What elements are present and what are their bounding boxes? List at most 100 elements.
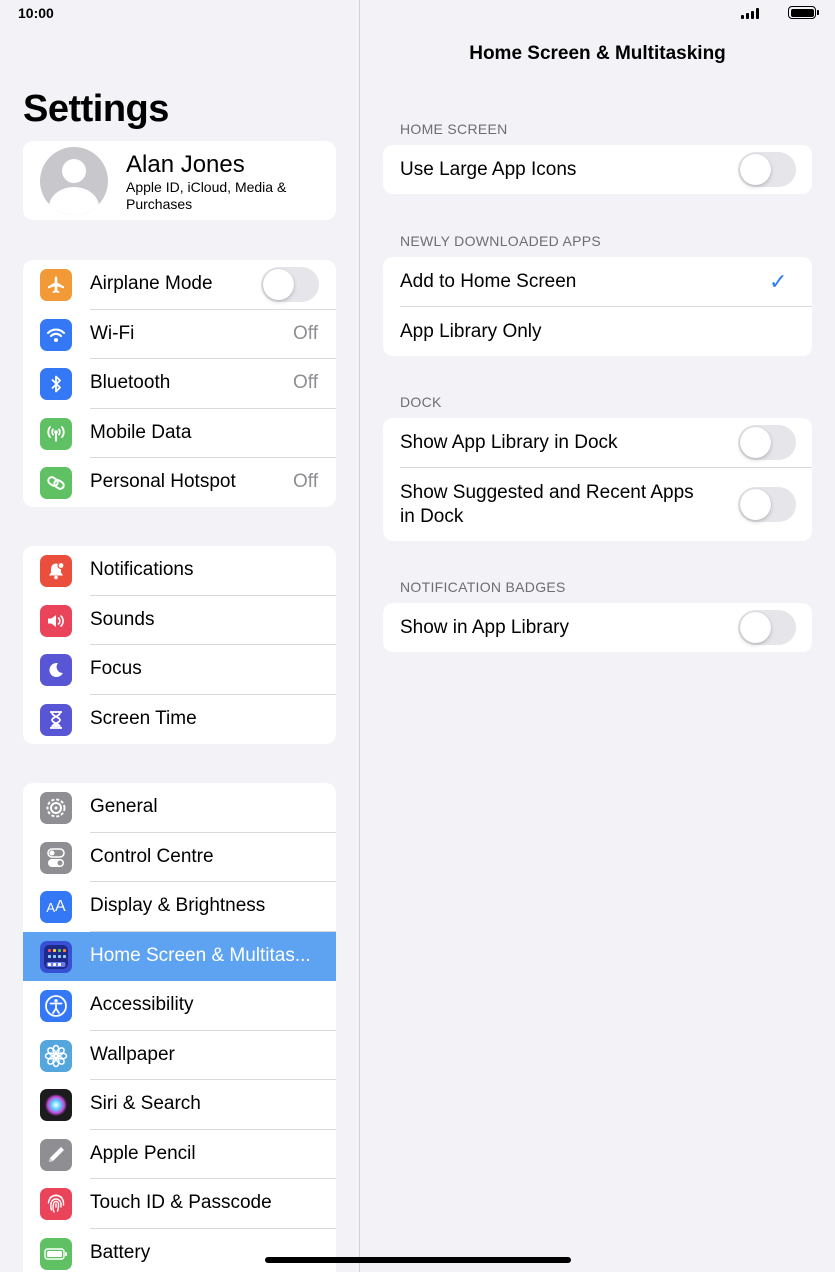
section-header-home-screen: HOME SCREEN <box>400 121 508 137</box>
text-size-icon: AA <box>40 891 72 923</box>
split-view-divider[interactable] <box>359 0 360 1272</box>
settings-sidebar: Settings Alan Jones Apple ID, iCloud, Me… <box>0 0 359 1272</box>
sidebar-item-label: General <box>90 796 158 817</box>
sidebar-item-home-screen-multitasking[interactable]: Home Screen & Multitas... <box>23 931 336 981</box>
sidebar-item-notifications[interactable]: Notifications <box>23 546 336 596</box>
cellular-signal-icon <box>741 8 761 19</box>
sidebar-item-control-centre[interactable]: Control Centre <box>23 833 336 882</box>
sidebar-item-label: Bluetooth <box>90 372 171 393</box>
checkmark-icon: ✓ <box>769 269 788 294</box>
sidebar-item-wallpaper[interactable]: Wallpaper <box>23 1031 336 1080</box>
sidebar-item-label: Personal Hotspot <box>90 471 236 492</box>
avatar <box>40 147 108 215</box>
sidebar-item-label: Siri & Search <box>90 1093 201 1114</box>
speaker-icon <box>40 604 72 637</box>
sidebar-item-general[interactable]: General <box>23 783 336 833</box>
show-app-library-in-dock-toggle[interactable] <box>738 425 796 460</box>
sidebar-item-label: Touch ID & Passcode <box>90 1192 272 1213</box>
show-in-app-library-toggle[interactable] <box>738 610 796 645</box>
sidebar-item-label: Airplane Mode <box>90 273 213 294</box>
switches-icon <box>40 841 72 874</box>
siri-icon <box>40 1089 72 1121</box>
row-label: Show App Library in Dock <box>400 432 618 453</box>
newly-downloaded-group: Add to Home Screen ✓ App Library Only <box>383 257 812 356</box>
wifi-status: Off <box>293 322 318 344</box>
general-group: General Control Centre AA Display & Brig… <box>23 783 336 1272</box>
pencil-icon <box>40 1138 72 1171</box>
bluetooth-icon <box>40 368 72 400</box>
antenna-icon <box>40 417 72 450</box>
show-app-library-in-dock-row[interactable]: Show App Library in Dock <box>383 418 812 468</box>
show-suggested-recent-apps-row[interactable]: Show Suggested and Recent Apps in Dock <box>383 468 812 542</box>
home-screen-group: Use Large App Icons <box>383 145 812 194</box>
sidebar-item-personal-hotspot[interactable]: Personal Hotspot Off <box>23 458 336 507</box>
dock-group: Show App Library in Dock Show Suggested … <box>383 418 812 541</box>
sidebar-item-label: Sounds <box>90 608 155 630</box>
airplane-mode-toggle[interactable] <box>261 267 319 302</box>
row-label: App Library Only <box>400 320 542 342</box>
sidebar-item-apple-pencil[interactable]: Apple Pencil <box>23 1130 336 1179</box>
show-suggested-recent-apps-toggle[interactable] <box>738 486 796 522</box>
sidebar-item-bluetooth[interactable]: Bluetooth Off <box>23 359 336 409</box>
add-to-home-screen-row[interactable]: Add to Home Screen ✓ <box>383 257 812 307</box>
airplane-icon <box>40 269 72 301</box>
sidebar-item-label: Display & Brightness <box>90 895 266 916</box>
row-label: Use Large App Icons <box>400 159 577 180</box>
sidebar-item-touch-id-passcode[interactable]: Touch ID & Passcode <box>23 1179 336 1229</box>
accessibility-icon <box>40 990 72 1022</box>
wifi-icon <box>40 318 72 351</box>
sidebar-item-battery[interactable]: Battery <box>23 1229 336 1272</box>
home-grid-icon <box>40 940 72 973</box>
sidebar-item-label: Battery <box>90 1241 151 1263</box>
flower-icon <box>40 1039 72 1072</box>
sidebar-item-label: Apple Pencil <box>90 1142 196 1164</box>
sidebar-item-label: Accessibility <box>90 994 194 1015</box>
notifications-group: Notifications Sounds Focus Screen Time <box>23 546 336 744</box>
page-title: Settings <box>23 88 169 130</box>
sidebar-item-label: Wi-Fi <box>90 322 135 344</box>
sidebar-item-focus[interactable]: Focus <box>23 645 336 695</box>
sidebar-item-sounds[interactable]: Sounds <box>23 596 336 645</box>
hotspot-status: Off <box>293 471 318 492</box>
use-large-app-icons-toggle[interactable] <box>738 152 796 187</box>
sidebar-item-label: Control Centre <box>90 845 214 867</box>
row-label: Add to Home Screen <box>400 271 577 292</box>
bell-icon <box>40 555 72 587</box>
section-header-dock: DOCK <box>400 394 442 410</box>
sidebar-item-accessibility[interactable]: Accessibility <box>23 981 336 1031</box>
sidebar-item-screen-time[interactable]: Screen Time <box>23 695 336 745</box>
bluetooth-status: Off <box>293 372 318 393</box>
row-label: Show in App Library <box>400 617 569 638</box>
profile-subtitle: Apple ID, iCloud, Media & Purchases <box>126 179 287 212</box>
hourglass-icon <box>40 703 72 736</box>
section-header-newly-downloaded: NEWLY DOWNLOADED APPS <box>400 233 602 249</box>
section-header-notification-badges: NOTIFICATION BADGES <box>400 579 566 595</box>
use-large-app-icons-row[interactable]: Use Large App Icons <box>383 145 812 194</box>
app-library-only-row[interactable]: App Library Only <box>383 307 812 357</box>
sidebar-item-label: Mobile Data <box>90 421 192 443</box>
battery-icon <box>40 1237 72 1270</box>
hotspot-icon <box>40 467 72 499</box>
sidebar-item-airplane-mode[interactable]: Airplane Mode <box>23 260 336 310</box>
sidebar-item-label: Notifications <box>90 559 194 580</box>
sidebar-item-mobile-data[interactable]: Mobile Data <box>23 409 336 458</box>
gear-icon <box>40 792 72 824</box>
sidebar-item-wifi[interactable]: Wi-Fi Off <box>23 310 336 359</box>
sidebar-item-display-brightness[interactable]: AA Display & Brightness <box>23 882 336 932</box>
sidebar-item-label: Home Screen & Multitas... <box>90 944 311 966</box>
sidebar-item-label: Screen Time <box>90 707 197 729</box>
moon-icon <box>40 654 72 686</box>
home-indicator[interactable] <box>265 1257 571 1263</box>
row-label: Show Suggested and Recent Apps in Dock <box>400 481 694 527</box>
sidebar-item-label: Wallpaper <box>90 1043 175 1065</box>
fingerprint-icon <box>40 1188 72 1220</box>
notification-badges-group: Show in App Library <box>383 603 812 652</box>
profile-card[interactable]: Alan Jones Apple ID, iCloud, Media & Pur… <box>23 141 336 220</box>
battery-status-icon <box>788 6 819 19</box>
sidebar-item-siri-search[interactable]: Siri & Search <box>23 1080 336 1130</box>
detail-title: Home Screen & Multitasking <box>469 43 726 64</box>
show-in-app-library-row[interactable]: Show in App Library <box>383 603 812 652</box>
sidebar-item-label: Focus <box>90 658 142 679</box>
connectivity-group: Airplane Mode Wi-Fi Off Bluetooth Off Mo… <box>23 260 336 507</box>
profile-name: Alan Jones <box>126 151 245 178</box>
